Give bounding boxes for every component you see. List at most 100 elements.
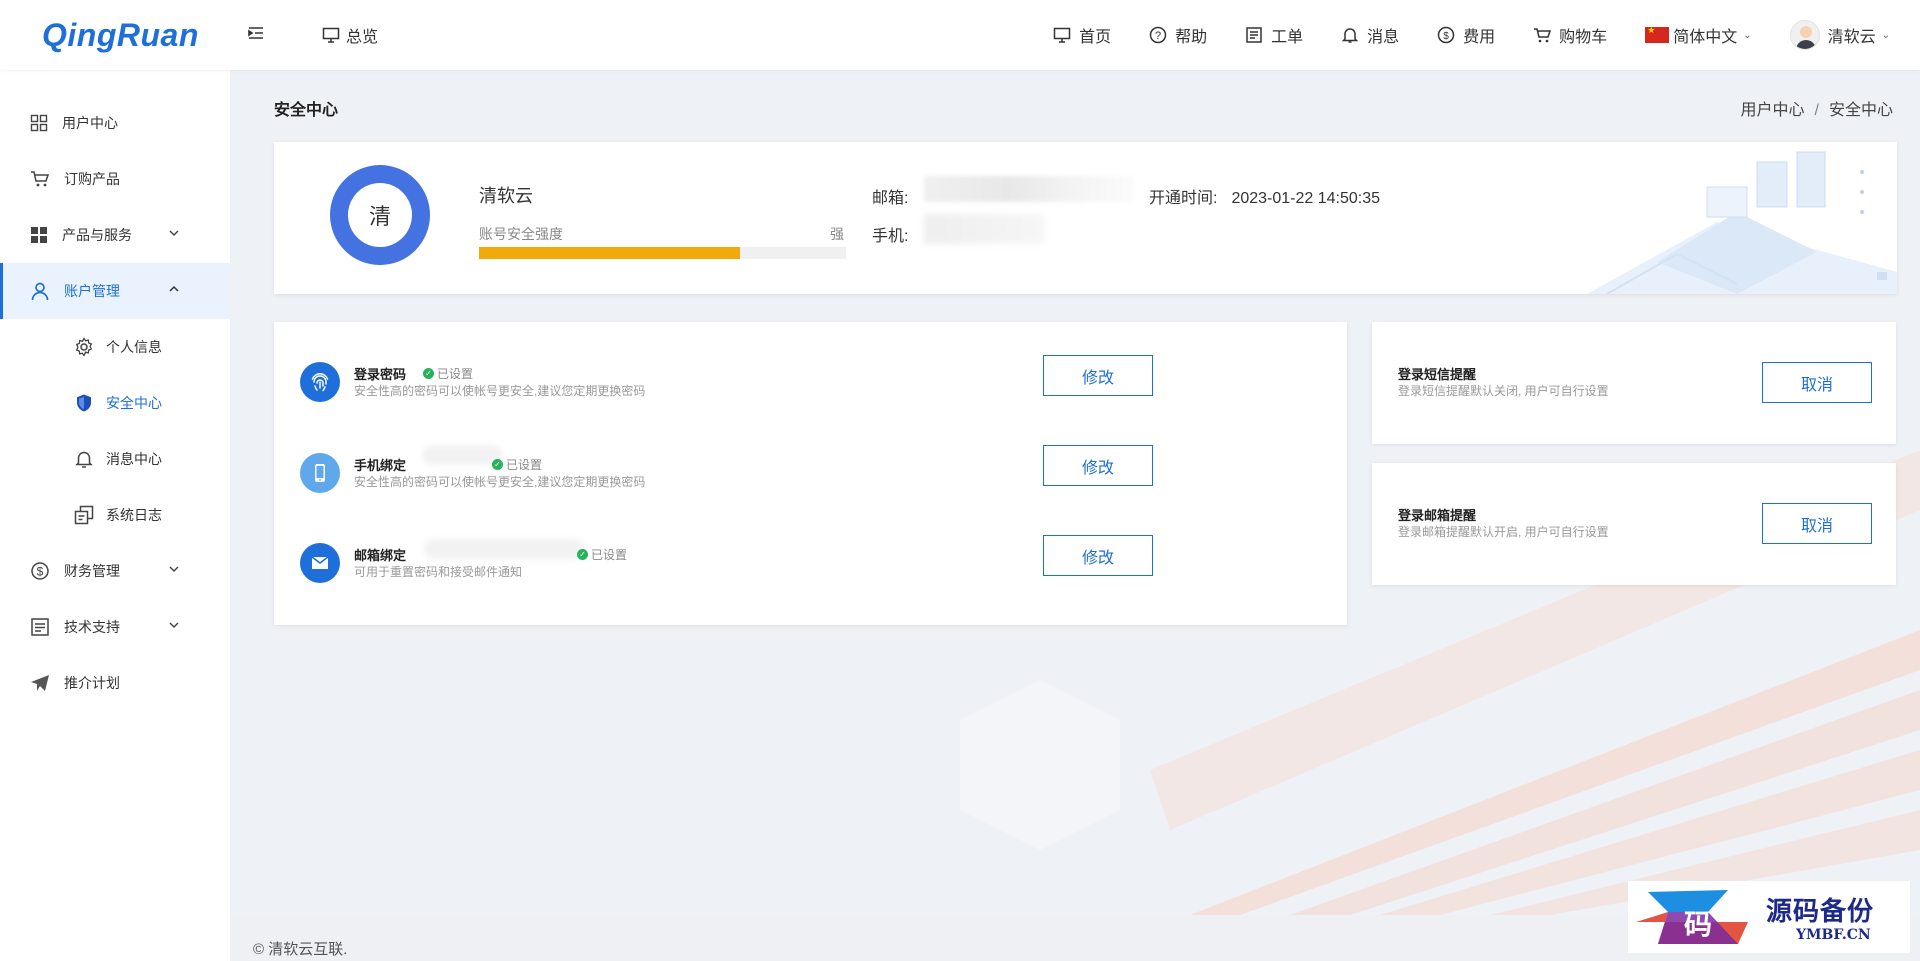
cancel-sms-reminder-button[interactable]: 取消	[1762, 362, 1872, 403]
log-icon	[74, 505, 94, 525]
overview-link[interactable]: 总览	[322, 23, 378, 47]
nav-message[interactable]: 消息	[1341, 23, 1399, 47]
cart-icon	[31, 171, 50, 187]
strength-bar	[479, 247, 846, 259]
sidebar: 用户中心 订购产品 产品与服务 账户管理 个人信息 安全中心 消息中心 系统日志…	[0, 70, 230, 961]
email-address-blurred	[424, 539, 584, 559]
apps-icon	[31, 227, 47, 243]
city-illustration	[1587, 151, 1897, 294]
gear-icon	[75, 337, 93, 357]
sidebar-item-account[interactable]: 账户管理	[0, 263, 230, 319]
nav-cart[interactable]: 购物车	[1533, 23, 1607, 47]
modify-phone-button[interactable]: 修改	[1043, 445, 1153, 486]
user-menu[interactable]: 清软云 ⌄	[1789, 20, 1890, 50]
security-row-phone: 手机绑定 ✓ 已设置 安全性高的密码可以使帐号更安全,建议您定期更换密码 修改	[274, 445, 1347, 543]
ticket-icon	[1246, 27, 1262, 43]
nav-fee-label: 费用	[1463, 29, 1496, 46]
nav-home-label: 首页	[1079, 29, 1112, 46]
watermark-sub: YMBF.CN	[1796, 927, 1871, 943]
email-label: 邮箱:	[872, 190, 909, 207]
collapse-menu-icon[interactable]	[247, 24, 267, 44]
sidebar-item-label: 推介计划	[64, 675, 120, 691]
breadcrumb-user-center[interactable]: 用户中心	[1741, 102, 1805, 119]
status-text: 已设置	[591, 548, 628, 562]
chevron-up-icon	[169, 285, 179, 292]
security-row-password: 登录密码 ✓ 已设置 安全性高的密码可以使帐号更安全,建议您定期更换密码 修改	[274, 355, 1347, 452]
nav-cart-label: 购物车	[1559, 29, 1608, 46]
sidebar-subitem-label: 消息中心	[106, 451, 162, 467]
phone-value-blurred	[924, 214, 1044, 244]
open-time-label: 开通时间:	[1149, 190, 1218, 207]
nav-home[interactable]: 首页	[1053, 23, 1111, 47]
sidebar-subitem-security[interactable]: 安全中心	[0, 375, 230, 431]
reminder-desc: 登录短信提醒默认关闭, 用户可自行设置	[1398, 384, 1609, 398]
security-settings-card: 登录密码 ✓ 已设置 安全性高的密码可以使帐号更安全,建议您定期更换密码 修改 手…	[274, 322, 1347, 625]
top-bar: QingRuan 总览 首页 ? 帮助 工单 消息 $ 费用 购物车 ★ 简体中…	[0, 0, 1920, 70]
profile-name: 清软云	[479, 186, 533, 206]
sidebar-item-referral[interactable]: 推介计划	[0, 655, 230, 711]
security-desc: 安全性高的密码可以使帐号更安全,建议您定期更换密码	[354, 475, 646, 489]
svg-text:$: $	[1443, 31, 1449, 42]
sidebar-subitem-messages[interactable]: 消息中心	[0, 431, 230, 487]
status-text: 已设置	[506, 458, 543, 472]
security-title: 手机绑定	[354, 458, 407, 473]
watermark-text: 源码备份	[1766, 897, 1875, 927]
sidebar-subitem-label: 系统日志	[106, 507, 162, 523]
profile-avatar-ring: 清	[330, 165, 430, 265]
user-icon	[31, 282, 49, 301]
overview-label: 总览	[346, 29, 379, 46]
sms-reminder-card: 登录短信提醒 登录短信提醒默认关闭, 用户可自行设置 取消	[1372, 322, 1896, 444]
china-flag-icon	[1645, 25, 1670, 43]
fingerprint-icon	[300, 362, 340, 402]
nav-ticket-label: 工单	[1271, 29, 1304, 46]
sidebar-subitem-logs[interactable]: 系统日志	[0, 487, 230, 543]
monitor-icon	[322, 27, 340, 43]
logo[interactable]: QingRuan	[42, 17, 199, 54]
strength-end-label: 强	[830, 226, 844, 242]
language-select[interactable]: 简体中文 ⌄	[1645, 23, 1752, 47]
page-title: 安全中心	[274, 102, 339, 119]
sidebar-item-products[interactable]: 产品与服务	[0, 207, 230, 263]
nav-ticket[interactable]: 工单	[1245, 23, 1303, 47]
nav-help[interactable]: ? 帮助	[1149, 23, 1207, 47]
security-row-email: 邮箱绑定 ✓ 已设置 可用于重置密码和接受邮件通知 修改	[274, 535, 1347, 633]
username: 清软云	[1827, 29, 1876, 46]
cancel-email-reminder-button[interactable]: 取消	[1762, 503, 1872, 544]
bell-icon	[75, 451, 93, 468]
sidebar-item-label: 技术支持	[64, 619, 120, 635]
status-badge: ✓ 已设置	[492, 456, 542, 473]
security-title: 邮箱绑定	[354, 548, 407, 563]
avatar	[1789, 20, 1820, 50]
sidebar-subitem-label: 个人信息	[106, 339, 162, 355]
shield-icon	[77, 394, 91, 412]
security-title: 登录密码	[354, 367, 407, 382]
sidebar-item-orders[interactable]: 订购产品	[0, 151, 230, 207]
language-label: 简体中文	[1673, 29, 1738, 46]
svg-text:$: $	[37, 565, 44, 579]
chevron-down-icon: ⌄	[1881, 29, 1890, 41]
strength-label: 账号安全强度	[479, 226, 563, 242]
help-icon: ?	[1149, 26, 1167, 44]
bell-icon	[1341, 28, 1359, 43]
sidebar-item-user-center[interactable]: 用户中心	[0, 95, 230, 151]
sidebar-item-finance[interactable]: $ 财务管理	[0, 543, 230, 599]
sidebar-subitem-profile[interactable]: 个人信息	[0, 319, 230, 375]
sidebar-item-support[interactable]: 技术支持	[0, 599, 230, 655]
document-icon	[31, 618, 49, 636]
phone-icon	[300, 453, 340, 493]
status-badge: ✓ 已设置	[423, 365, 473, 382]
check-icon: ✓	[577, 549, 588, 560]
nav-fee[interactable]: $ 费用	[1437, 23, 1495, 47]
reminder-desc: 登录邮箱提醒默认开启, 用户可自行设置	[1398, 525, 1609, 539]
sidebar-item-label: 用户中心	[62, 115, 118, 131]
modify-password-button[interactable]: 修改	[1043, 355, 1153, 396]
modify-email-button[interactable]: 修改	[1043, 535, 1153, 576]
sidebar-item-label: 账户管理	[64, 283, 120, 299]
top-nav: 首页 ? 帮助 工单 消息 $ 费用 购物车 简体中文 ⌄ 清软云	[1015, 0, 1890, 70]
phone-number-blurred	[422, 445, 502, 465]
grid-icon	[30, 114, 48, 132]
chevron-down-icon	[169, 230, 179, 237]
svg-text:?: ?	[1155, 30, 1161, 42]
dollar-icon: $	[1437, 26, 1455, 44]
status-text: 已设置	[437, 367, 474, 381]
